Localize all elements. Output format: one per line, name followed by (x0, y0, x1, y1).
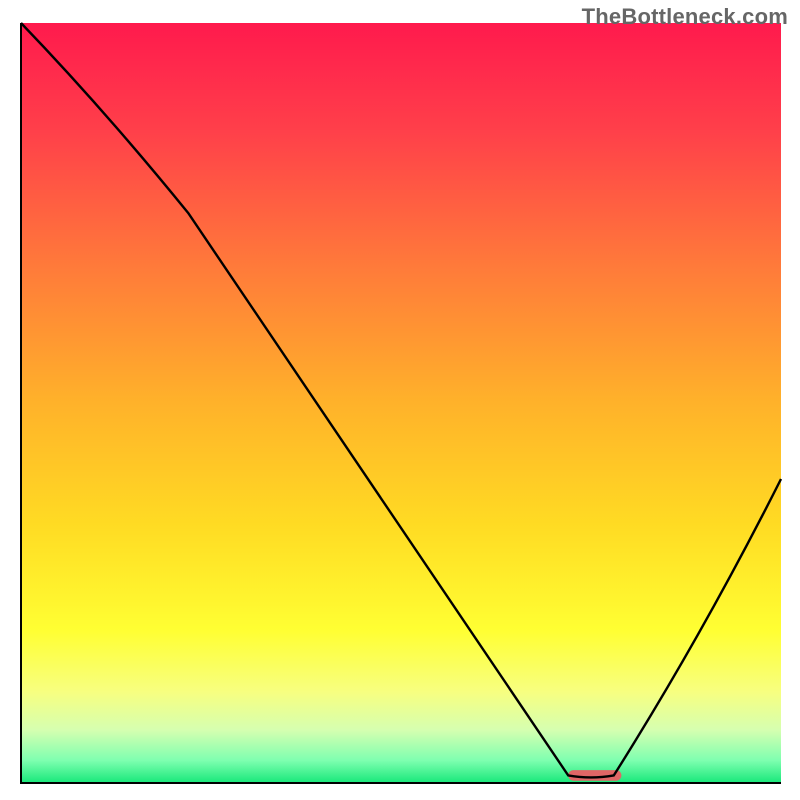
watermark-text: TheBottleneck.com (582, 4, 788, 30)
bottleneck-chart (0, 0, 800, 800)
plot-background (21, 23, 781, 783)
